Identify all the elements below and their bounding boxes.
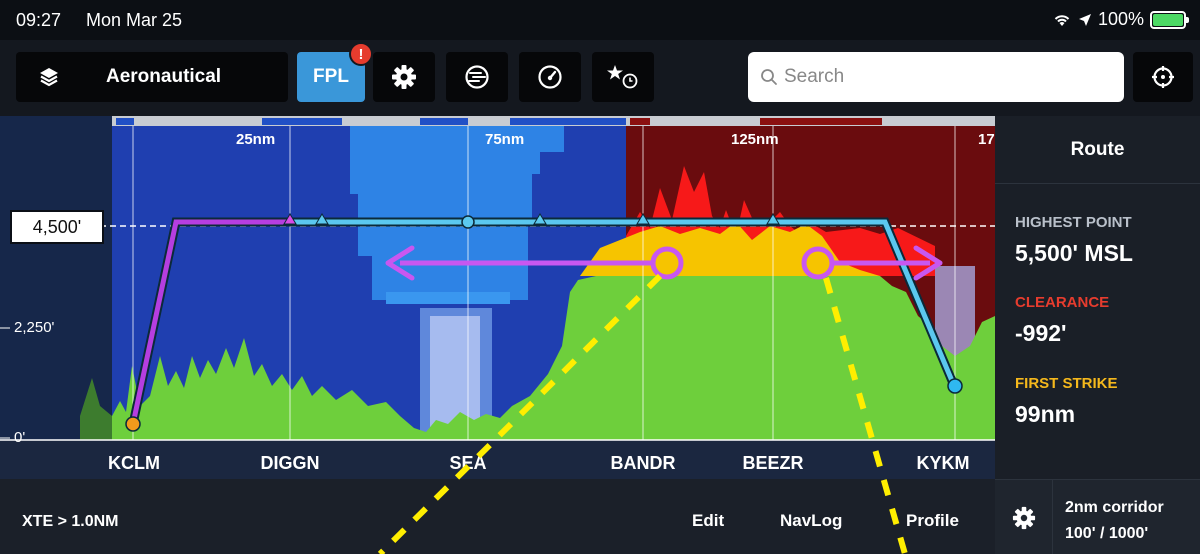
waypoint-label: BANDR [610,453,676,473]
status-time: 09:27 [16,10,62,30]
layers-label: Aeronautical [106,66,222,87]
clearance-label: CLEARANCE [1015,294,1110,311]
status-date: Mon Mar 25 [86,10,183,30]
fpl-button[interactable]: FPL ! [297,42,373,102]
crosshair-icon [1152,66,1174,88]
tab-profile[interactable]: Profile [906,511,959,531]
star-clock-icon [607,65,638,89]
waypoint-label: KCLM [108,453,160,473]
layers-button[interactable]: Aeronautical [16,52,288,102]
instruments-button[interactable] [519,52,581,102]
distance-label: 17 [978,131,995,148]
bottom-bar: XTE > 1.0NM Edit NavLog Profile [0,479,995,554]
settings-button[interactable] [373,52,435,102]
waypoint-label: DIGGN [260,453,320,473]
gauge-icon [538,65,562,89]
corridor-clearances: 100' / 1000' [1065,525,1149,542]
weather-button[interactable] [446,52,508,102]
status-bar: 09:27 Mon Mar 25 100% [0,0,1200,40]
fpl-label: FPL [313,66,349,87]
search-input[interactable] [784,66,1104,88]
waypoint-label: SEA [449,453,487,473]
waypoint-label: KYKM [916,453,970,473]
elevation-profile[interactable]: 25nm 75nm 125nm 17 4,500' 2,250' 0' KCLM… [0,116,995,479]
gear-icon [392,65,416,89]
corridor-settings-button[interactable] [995,480,1053,554]
globe-weather-icon [465,65,489,89]
search-box[interactable] [748,52,1124,102]
distance-label: 25nm [236,131,276,148]
first-strike-label: FIRST STRIKE [1015,375,1118,392]
clearance-value: -992' [1015,320,1067,346]
corridor-width: 2nm corridor [1065,499,1164,516]
fpl-alert-badge: ! [349,42,373,66]
selected-altitude-box[interactable]: 4,500' [10,210,104,244]
y-axis-label: 2,250' [14,319,55,336]
waypoint-label: BEEZR [742,453,804,473]
recents-favorites-button[interactable] [592,52,654,102]
distance-label: 125nm [731,131,779,148]
highest-point-label: HIGHEST POINT [1015,214,1132,231]
tab-edit[interactable]: Edit [692,511,724,531]
gear-icon [1012,506,1035,529]
tab-navlog[interactable]: NavLog [780,511,842,531]
battery-percent: 100% [1097,9,1144,29]
locate-button[interactable] [1133,52,1193,102]
route-title: Route [1070,138,1125,160]
status-indicators: 100% [1052,9,1189,30]
corridor-settings[interactable]: 2nm corridor 100' / 1000' [995,479,1200,554]
y-axis-label: 0' [14,429,26,446]
search-icon [761,69,777,85]
route-info-panel: Route HIGHEST POINT 5,500' MSL CLEARANCE… [995,116,1200,479]
distance-label: 75nm [485,131,525,148]
location-arrow-icon [1078,13,1091,26]
highest-point-value: 5,500' MSL [1015,240,1133,266]
layers-icon [40,68,58,87]
profile-chart [0,116,995,479]
xte-indicator: XTE > 1.0NM [22,513,119,530]
first-strike-value: 99nm [1015,401,1076,427]
route-header[interactable]: Route [995,116,1200,184]
battery-icon [1150,10,1189,29]
selected-altitude-value: 4,500' [32,216,82,237]
wifi-icon [1054,14,1070,26]
